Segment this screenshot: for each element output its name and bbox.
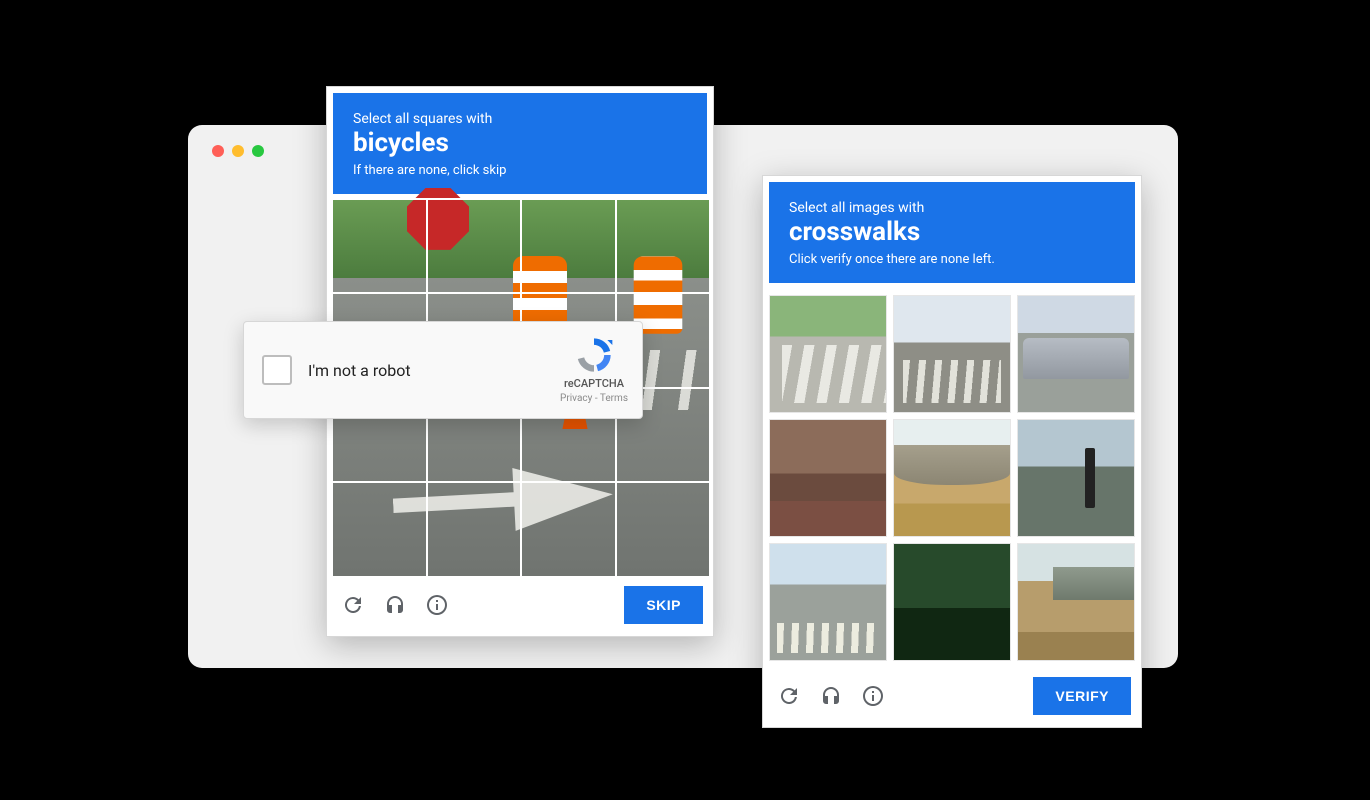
reload-icon[interactable] [339,591,367,619]
captcha-footer: SKIP [327,576,713,636]
window-zoom-dot[interactable] [252,145,264,157]
grid-cell[interactable] [522,200,615,293]
captcha-crosswalks-card: Select all images with crosswalks Click … [762,175,1142,728]
captcha-image-grid [769,295,1135,661]
grid-cell[interactable] [617,200,710,293]
info-icon[interactable] [859,682,887,710]
recaptcha-label: I'm not a robot [308,361,560,380]
recaptcha-legal-links[interactable]: Privacy - Terms [560,392,628,405]
captcha-instruction-line1: Select all squares with [353,111,687,127]
recaptcha-brand-text: reCAPTCHA [564,377,624,391]
grid-cell[interactable] [522,483,615,576]
grid-tile[interactable] [1017,295,1135,413]
captcha-instruction-line1: Select all images with [789,200,1115,216]
recaptcha-widget: I'm not a robot reCAPTCHA Privacy - Term… [243,321,643,419]
info-icon[interactable] [423,591,451,619]
window-controls [212,145,264,157]
skip-button[interactable]: SKIP [624,586,703,624]
grid-tile[interactable] [893,295,1011,413]
captcha-instruction-line3: If there are none, click skip [353,163,687,178]
reload-icon[interactable] [775,682,803,710]
grid-cell[interactable] [333,483,426,576]
captcha-instruction-line3: Click verify once there are none left. [789,252,1115,267]
headphones-icon[interactable] [381,591,409,619]
captcha-target-word: crosswalks [789,218,1115,248]
grid-tile[interactable] [893,543,1011,661]
headphones-icon[interactable] [817,682,845,710]
grid-tile[interactable] [1017,543,1135,661]
recaptcha-brand: reCAPTCHA Privacy - Terms [560,335,628,404]
recaptcha-checkbox[interactable] [262,355,292,385]
grid-cell[interactable] [428,483,521,576]
grid-cell[interactable] [333,200,426,293]
grid-tile[interactable] [769,543,887,661]
window-minimize-dot[interactable] [232,145,244,157]
grid-tile[interactable] [1017,419,1135,537]
recaptcha-logo-icon [574,335,614,375]
captcha-target-word: bicycles [353,129,687,159]
grid-tile[interactable] [769,295,887,413]
grid-tile[interactable] [769,419,887,537]
grid-cell[interactable] [617,483,710,576]
grid-cell[interactable] [428,200,521,293]
verify-button[interactable]: VERIFY [1033,677,1131,715]
captcha-footer: VERIFY [763,667,1141,727]
window-close-dot[interactable] [212,145,224,157]
captcha-header: Select all squares with bicycles If ther… [333,93,707,194]
grid-tile[interactable] [893,419,1011,537]
captcha-header: Select all images with crosswalks Click … [769,182,1135,283]
